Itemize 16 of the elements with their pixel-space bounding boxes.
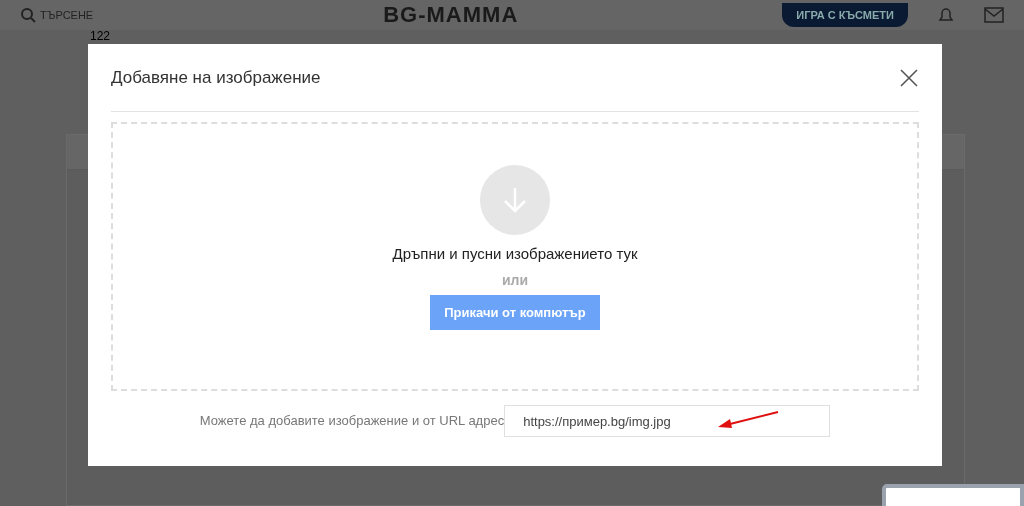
site-logo[interactable]: BG-MAMMA (383, 4, 519, 26)
search-label[interactable]: ТЪРСЕНЕ (40, 6, 94, 24)
promo-button[interactable]: ИГРА С КЪСМЕТИ (782, 2, 908, 28)
drop-zone[interactable]: Дръпни и пусни изображението тук или Прикачи от компютър (111, 122, 919, 391)
arrow-icon (716, 410, 780, 430)
or-text: или (501, 270, 529, 290)
counter-text: 122 (90, 30, 111, 43)
url-field[interactable]: https://пример.bg/img.jpg (504, 405, 831, 437)
mail-icon[interactable] (984, 6, 1004, 24)
search-icon[interactable] (20, 7, 36, 23)
close-button[interactable] (899, 67, 919, 88)
upload-button[interactable]: Прикачи от компютър (430, 294, 600, 330)
drop-prompt: Дръпни и пусни изображението тук (392, 244, 638, 264)
url-label: Можете да добавите изображение и от URL адрес (199, 412, 505, 431)
bell-icon[interactable] (936, 6, 956, 24)
modal-title: Добавяне на изображение (111, 66, 321, 89)
